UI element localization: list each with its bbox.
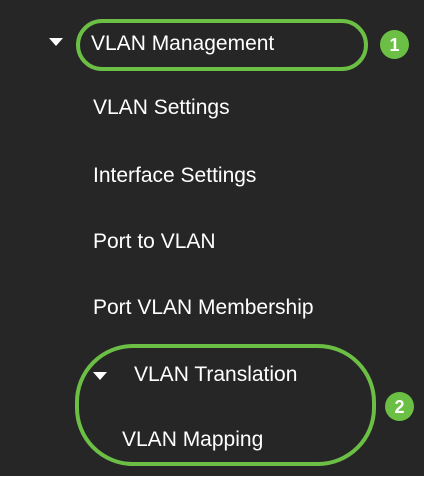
- menu-item-port-to-vlan[interactable]: Port to VLAN: [93, 231, 216, 252]
- menu-item-port-vlan-membership[interactable]: Port VLAN Membership: [93, 297, 314, 318]
- navigation-menu: VLAN Management VLAN Settings Interface …: [0, 0, 424, 476]
- menu-item-vlan-management[interactable]: VLAN Management: [91, 33, 274, 54]
- menu-item-vlan-mapping[interactable]: VLAN Mapping: [122, 429, 263, 450]
- menu-item-vlan-translation[interactable]: VLAN Translation: [134, 364, 297, 385]
- menu-item-interface-settings[interactable]: Interface Settings: [93, 165, 256, 186]
- caret-down-icon[interactable]: [49, 38, 63, 46]
- menu-item-vlan-settings[interactable]: VLAN Settings: [93, 97, 230, 118]
- caret-down-icon[interactable]: [93, 372, 107, 380]
- step-badge-2: 2: [385, 392, 414, 421]
- step-badge-1: 1: [380, 30, 409, 59]
